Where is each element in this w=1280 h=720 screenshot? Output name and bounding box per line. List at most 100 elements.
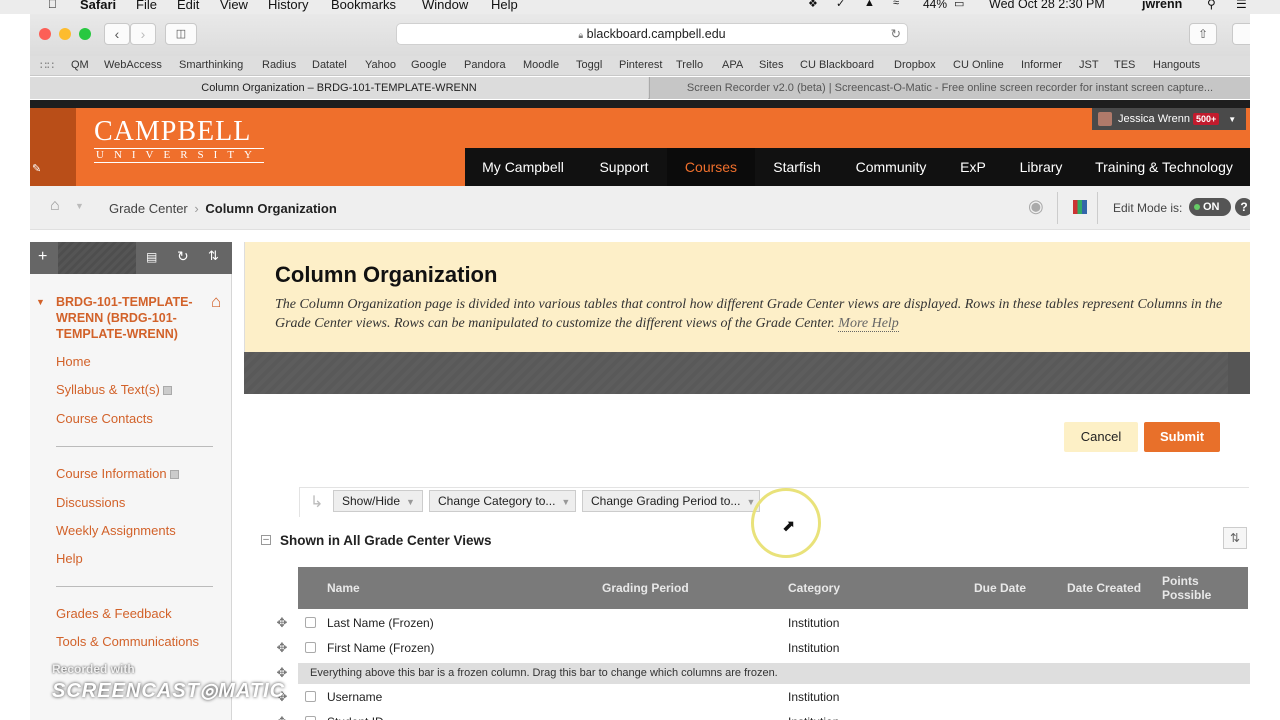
- column-header-name[interactable]: Name: [327, 567, 360, 609]
- show-hide-dropdown[interactable]: Show/Hide ▼: [333, 490, 423, 512]
- tab-active[interactable]: Column Organization – BRDG-101-TEMPLATE-…: [30, 77, 648, 99]
- bookmark[interactable]: Datatel: [312, 59, 347, 71]
- clock[interactable]: Wed Oct 28 2:30 PM: [989, 0, 1105, 11]
- row-checkbox[interactable]: [305, 617, 316, 628]
- forward-button[interactable]: ›: [130, 23, 156, 45]
- bookmark[interactable]: CU Blackboard: [800, 59, 874, 71]
- column-header-date-created[interactable]: Date Created: [1067, 567, 1141, 609]
- sidebar-item-tools-communications[interactable]: Tools & Communications: [56, 634, 199, 649]
- column-header-due-date[interactable]: Due Date: [974, 567, 1026, 609]
- change-category-dropdown[interactable]: Change Category to... ▼: [429, 490, 576, 512]
- bookmark[interactable]: Informer: [1021, 59, 1062, 71]
- more-help-link[interactable]: More Help: [838, 316, 899, 332]
- column-header-grading-period[interactable]: Grading Period: [602, 567, 689, 609]
- bookmark[interactable]: Pinterest: [619, 59, 662, 71]
- bookmark[interactable]: WebAccess: [104, 59, 162, 71]
- menu-history[interactable]: History: [268, 0, 308, 12]
- sort-rows-icon[interactable]: ⇅: [1223, 527, 1247, 549]
- zoom-window-button[interactable]: [79, 28, 91, 40]
- user-menu[interactable]: jwrenn: [1142, 0, 1182, 11]
- column-header-category[interactable]: Category: [788, 567, 840, 609]
- bookmark[interactable]: TES: [1114, 59, 1135, 71]
- check-icon[interactable]: ✓: [836, 0, 845, 10]
- bookmark[interactable]: Sites: [759, 59, 783, 71]
- bookmark[interactable]: Toggl: [576, 59, 602, 71]
- sidebar-item-course-contacts[interactable]: Course Contacts: [56, 411, 153, 426]
- bookmark[interactable]: QM: [71, 59, 89, 71]
- cancel-button[interactable]: Cancel: [1064, 422, 1138, 452]
- sidebar-item-syllabus[interactable]: Syllabus & Text(s): [56, 382, 173, 397]
- row-checkbox[interactable]: [305, 691, 316, 702]
- row-checkbox[interactable]: [305, 716, 316, 720]
- minimize-window-button[interactable]: [59, 28, 71, 40]
- row-checkbox[interactable]: [305, 642, 316, 653]
- help-icon[interactable]: ?: [1235, 198, 1250, 216]
- drag-handle-icon[interactable]: ✥: [274, 714, 290, 720]
- bookmark[interactable]: Pandora: [464, 59, 506, 71]
- sidebar-toggle-button[interactable]: ◫: [165, 23, 197, 45]
- sidebar-item-weekly-assignments[interactable]: Weekly Assignments: [56, 523, 176, 538]
- sidebar-item-grades-feedback[interactable]: Grades & Feedback: [56, 606, 172, 621]
- back-button[interactable]: ‹: [104, 23, 130, 45]
- pin-icon[interactable]: ✎: [32, 162, 41, 175]
- address-bar[interactable]: 🔒︎ blackboard.campbell.edu ↻: [396, 23, 908, 45]
- tab-inactive[interactable]: Screen Recorder v2.0 (beta) | Screencast…: [649, 77, 1250, 99]
- bookmark[interactable]: Google: [411, 59, 446, 71]
- notification-center-icon[interactable]: ☰: [1236, 0, 1247, 11]
- user-menu-button[interactable]: Jessica Wrenn 500+ ▼: [1092, 108, 1246, 130]
- bookmark[interactable]: Moodle: [523, 59, 559, 71]
- refresh-icon[interactable]: ↻: [177, 248, 189, 265]
- bookmark[interactable]: Hangouts: [1153, 59, 1200, 71]
- menu-file[interactable]: File: [136, 0, 157, 12]
- tabs-overview-button[interactable]: [1232, 23, 1250, 45]
- reload-icon[interactable]: ↻: [891, 24, 901, 45]
- submit-button[interactable]: Submit: [1144, 422, 1220, 452]
- wifi-icon[interactable]: ≈: [893, 0, 899, 9]
- top-sites-grid-icon[interactable]: ∷∷: [40, 59, 54, 72]
- close-window-button[interactable]: [39, 28, 51, 40]
- menu-help[interactable]: Help: [491, 0, 518, 12]
- breadcrumb-parent[interactable]: Grade Center: [109, 201, 188, 216]
- sort-icon[interactable]: ⇅: [208, 248, 219, 264]
- sidebar-item-discussions[interactable]: Discussions: [56, 495, 125, 510]
- add-menu-item-icon[interactable]: +: [38, 248, 47, 266]
- bookmark[interactable]: CU Online: [953, 59, 1004, 71]
- bookmark[interactable]: Dropbox: [894, 59, 936, 71]
- eye-icon[interactable]: ◉: [1028, 196, 1044, 217]
- bookmark[interactable]: JST: [1079, 59, 1099, 71]
- share-button[interactable]: ⇧: [1189, 23, 1217, 45]
- dropbox-icon[interactable]: ❖: [808, 0, 818, 10]
- bookmark[interactable]: Trello: [676, 59, 703, 71]
- menu-safari[interactable]: Safari: [80, 0, 116, 12]
- frozen-column-bar[interactable]: ✥ Everything above this bar is a frozen …: [274, 661, 1250, 686]
- bookmark[interactable]: Smarthinking: [179, 59, 243, 71]
- sidebar-item-help[interactable]: Help: [56, 551, 83, 566]
- apple-icon[interactable]: : [48, 0, 57, 11]
- sidebar-item-home[interactable]: Home: [56, 354, 91, 369]
- bookmark[interactable]: Radius: [262, 59, 296, 71]
- menu-window[interactable]: Window: [422, 0, 468, 12]
- collapse-triangle-icon[interactable]: ▼: [36, 297, 45, 307]
- drag-handle-icon[interactable]: ✥: [274, 640, 290, 656]
- collapse-section-icon[interactable]: –: [261, 535, 271, 545]
- notification-badge[interactable]: 500+: [1192, 113, 1220, 125]
- battery-icon[interactable]: ▭: [954, 0, 964, 10]
- palette-icon[interactable]: [1073, 200, 1087, 214]
- airplay-icon[interactable]: ▲: [864, 0, 875, 9]
- spotlight-icon[interactable]: ⚲: [1207, 0, 1216, 11]
- university-logo-main[interactable]: CAMPBELL: [94, 116, 251, 148]
- change-grading-period-dropdown[interactable]: Change Grading Period to... ▼: [582, 490, 760, 512]
- chevron-down-icon[interactable]: ▼: [75, 201, 84, 211]
- menu-view[interactable]: View: [220, 0, 248, 12]
- menu-bookmarks[interactable]: Bookmarks: [331, 0, 396, 12]
- course-home-icon[interactable]: ⌂: [211, 292, 221, 312]
- drag-handle-icon[interactable]: ✥: [274, 615, 290, 631]
- course-title[interactable]: BRDG-101-TEMPLATE-WRENN (BRDG-101-TEMPLA…: [56, 294, 206, 342]
- home-icon[interactable]: ⌂: [50, 197, 60, 215]
- menu-edit[interactable]: Edit: [177, 0, 199, 12]
- sidebar-item-course-information[interactable]: Course Information: [56, 466, 180, 481]
- bookmark[interactable]: Yahoo: [365, 59, 396, 71]
- folder-view-icon[interactable]: ▤: [146, 250, 157, 264]
- bookmark[interactable]: APA: [722, 59, 743, 71]
- edit-mode-toggle[interactable]: ON: [1189, 198, 1231, 216]
